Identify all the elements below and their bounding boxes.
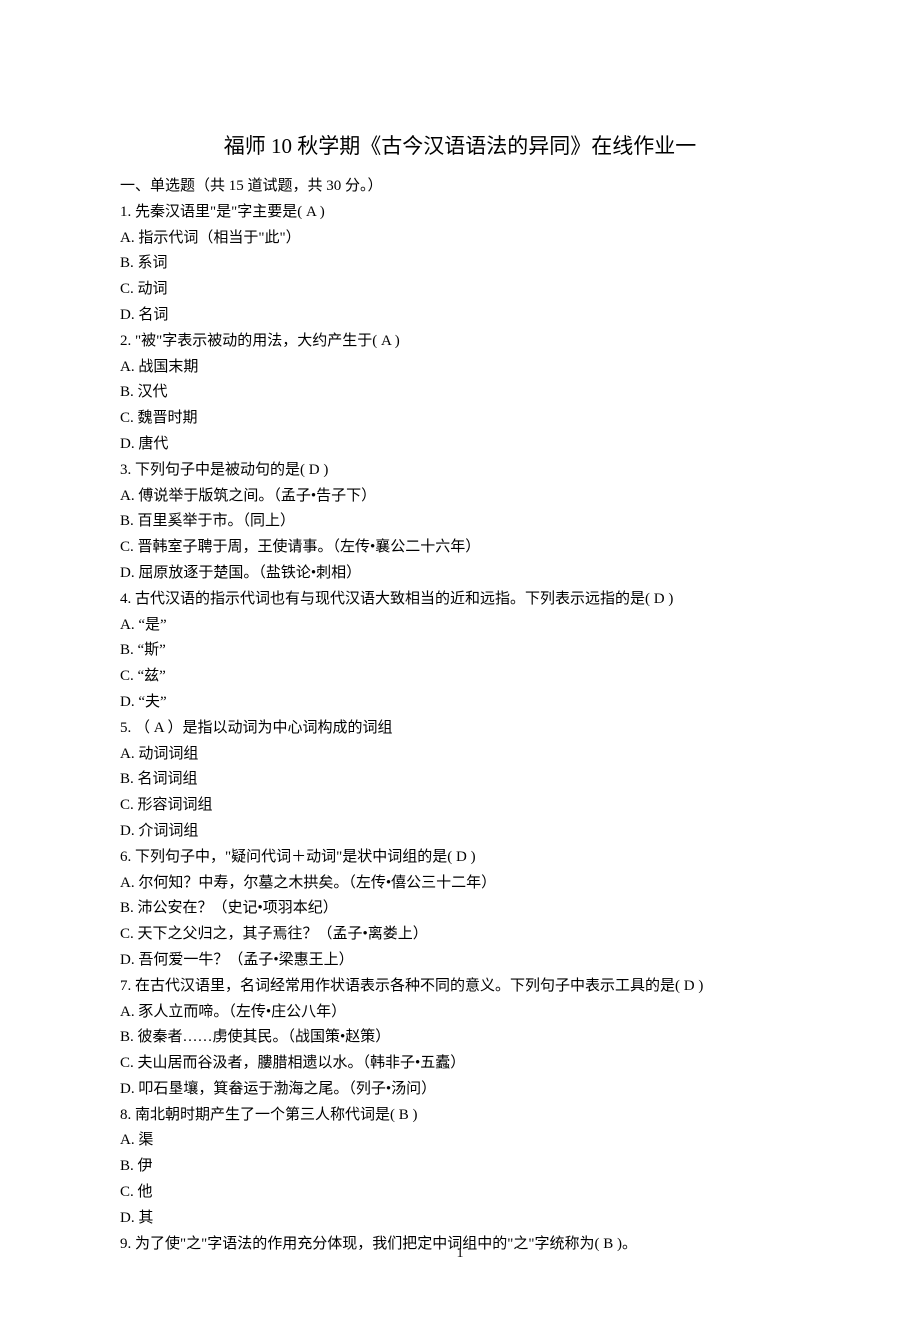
question-option: B. 系词 xyxy=(120,251,800,277)
question-option: D. 吾何爱一牛？（孟子•梁惠王上） xyxy=(120,948,800,974)
question-option: D. “夫” xyxy=(120,690,800,716)
question-option: B. 沛公安在？（史记•项羽本纪） xyxy=(120,896,800,922)
section-heading: 一、单选题（共 15 道试题，共 30 分。） xyxy=(120,174,800,200)
question-option: D. 叩石垦壤，箕畚运于渤海之尾。（列子•汤问） xyxy=(120,1077,800,1103)
question-option: A. 指示代词（相当于"此"） xyxy=(120,226,800,252)
question-option: C. 他 xyxy=(120,1180,800,1206)
question-option: A. 傅说举于版筑之间。（孟子•告子下） xyxy=(120,484,800,510)
question-option: D. 介词词组 xyxy=(120,819,800,845)
question-stem: 7. 在古代汉语里，名词经常用作状语表示各种不同的意义。下列句子中表示工具的是(… xyxy=(120,974,800,1000)
questions-container: 1. 先秦汉语里"是"字主要是( A )A. 指示代词（相当于"此"）B. 系词… xyxy=(120,200,800,1258)
question-option: C. 形容词词组 xyxy=(120,793,800,819)
question-stem: 3. 下列句子中是被动句的是( D ) xyxy=(120,458,800,484)
document-page: 福师 10 秋学期《古今汉语语法的异同》在线作业一 一、单选题（共 15 道试题… xyxy=(0,0,920,1317)
question-option: B. 百里奚举于市。（同上） xyxy=(120,509,800,535)
question-option: B. 彼秦者……虏使其民。（战国策•赵策） xyxy=(120,1025,800,1051)
question-stem: 5. （ A ）是指以动词为中心词构成的词组 xyxy=(120,716,800,742)
question-option: A. 豕人立而啼。（左传•庄公八年） xyxy=(120,1000,800,1026)
question-option: C. “兹” xyxy=(120,664,800,690)
question-option: B. 名词词组 xyxy=(120,767,800,793)
page-number: 1 xyxy=(0,1246,920,1262)
question-option: B. “斯” xyxy=(120,638,800,664)
question-option: D. 其 xyxy=(120,1206,800,1232)
question-stem: 8. 南北朝时期产生了一个第三人称代词是( B ) xyxy=(120,1103,800,1129)
question-stem: 1. 先秦汉语里"是"字主要是( A ) xyxy=(120,200,800,226)
question-stem: 6. 下列句子中，"疑问代词＋动词"是状中词组的是( D ) xyxy=(120,845,800,871)
question-option: D. 名词 xyxy=(120,303,800,329)
question-option: A. 动词词组 xyxy=(120,742,800,768)
question-option: C. 天下之父归之，其子焉往？（孟子•离娄上） xyxy=(120,922,800,948)
question-option: A. “是” xyxy=(120,613,800,639)
question-option: B. 伊 xyxy=(120,1154,800,1180)
question-option: A. 尔何知？中寿，尔墓之木拱矣。（左传•僖公三十二年） xyxy=(120,871,800,897)
question-option: C. 夫山居而谷汲者，膢腊相遗以水。（韩非子•五蠹） xyxy=(120,1051,800,1077)
question-option: A. 渠 xyxy=(120,1128,800,1154)
question-option: D. 屈原放逐于楚国。（盐铁论•刺相） xyxy=(120,561,800,587)
question-option: C. 动词 xyxy=(120,277,800,303)
question-stem: 2. "被"字表示被动的用法，大约产生于( A ) xyxy=(120,329,800,355)
question-option: B. 汉代 xyxy=(120,380,800,406)
document-title: 福师 10 秋学期《古今汉语语法的异同》在线作业一 xyxy=(120,130,800,160)
question-option: C. 晋韩室子聘于周，王使请事。（左传•襄公二十六年） xyxy=(120,535,800,561)
question-option: A. 战国末期 xyxy=(120,355,800,381)
question-option: C. 魏晋时期 xyxy=(120,406,800,432)
question-stem: 4. 古代汉语的指示代词也有与现代汉语大致相当的近和远指。下列表示远指的是( D… xyxy=(120,587,800,613)
question-option: D. 唐代 xyxy=(120,432,800,458)
